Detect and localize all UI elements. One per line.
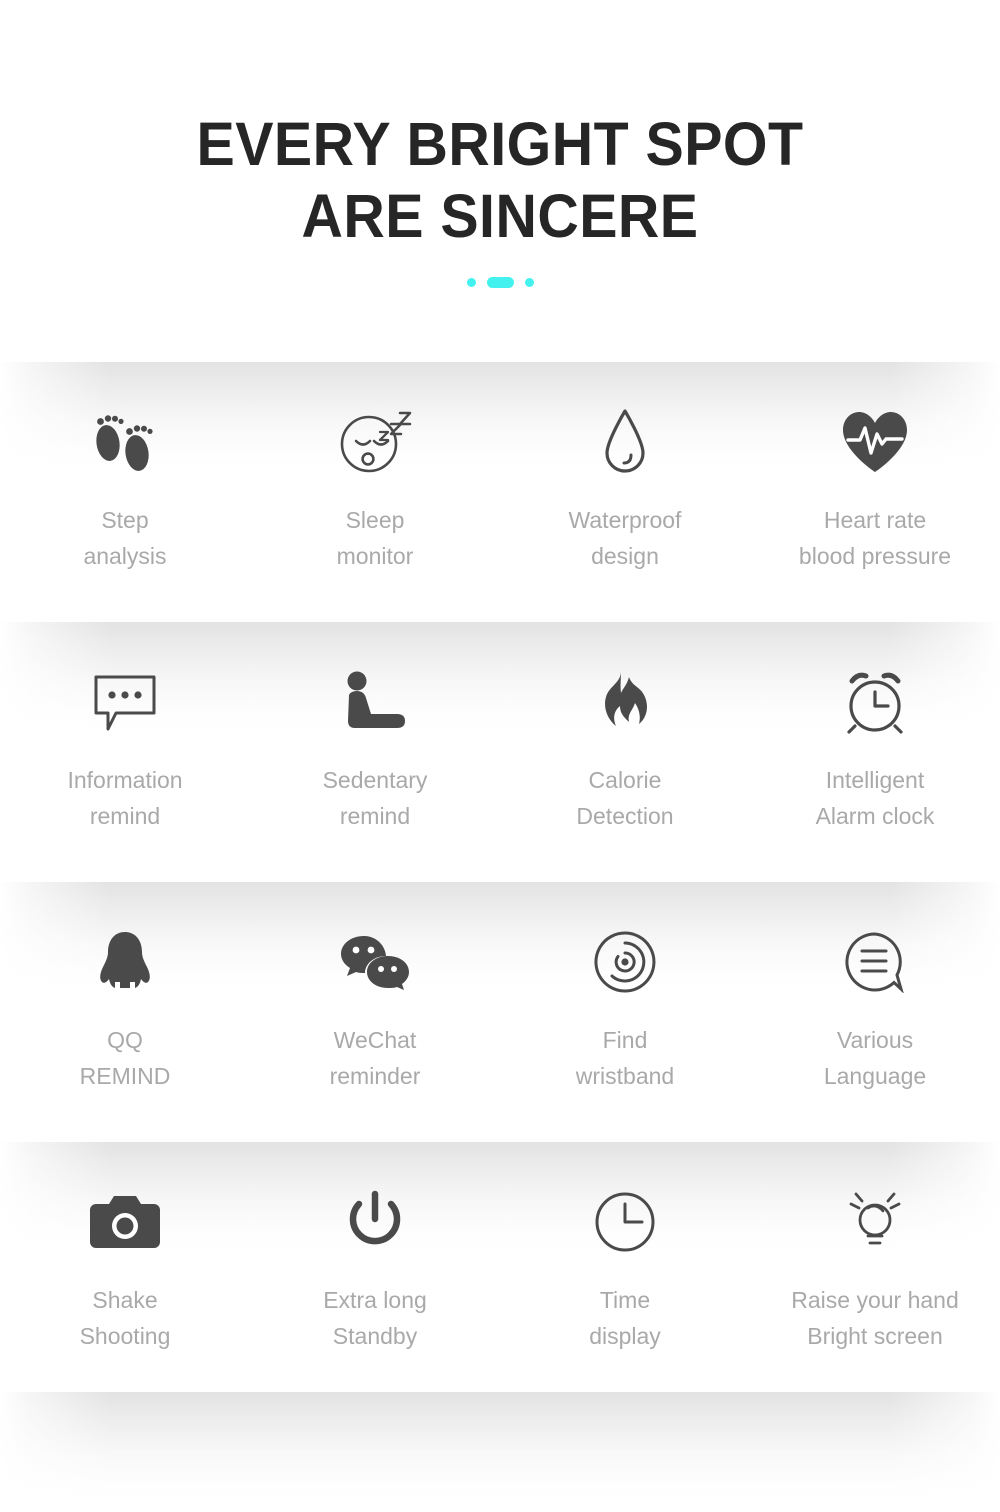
water-drop-icon <box>600 408 650 476</box>
feature-label: Calorie Detection <box>576 767 674 829</box>
feature-cell-various-language[interactable]: Various Language <box>750 928 1000 1094</box>
light-bulb-icon <box>842 1188 908 1256</box>
flame-icon <box>599 668 651 736</box>
feature-cell-raise-your-hand[interactable]: Raise your hand Bright screen <box>750 1188 1000 1354</box>
feature-cell-waterproof-design[interactable]: Waterproof design <box>500 408 750 574</box>
feature-cell-calorie-detection[interactable]: Calorie Detection <box>500 668 750 834</box>
page-title: EVERY BRIGHT SPOT ARE SINCERE <box>30 108 970 252</box>
feature-label: Various Language <box>823 1027 927 1089</box>
feature-label: Intelligent Alarm clock <box>815 767 935 829</box>
feature-row-2: Information remind Sedentary remind Calo… <box>0 622 1000 882</box>
feature-label: Find wristband <box>575 1027 675 1089</box>
feature-cell-time-display[interactable]: Time display <box>500 1188 750 1354</box>
alarm-clock-icon <box>840 668 910 736</box>
feature-cell-find-wristband[interactable]: Find wristband <box>500 928 750 1094</box>
accent-dot-left <box>466 277 476 287</box>
feature-label: Waterproof design <box>568 507 682 569</box>
page-title-line-2: ARE SINCERE <box>301 182 699 250</box>
feature-label: Heart rate blood pressure <box>798 507 952 569</box>
feature-label: Shake Shooting <box>79 1287 171 1349</box>
feature-label: Information remind <box>67 767 183 829</box>
feature-label: QQ REMIND <box>79 1027 171 1089</box>
speech-bubble-lines-icon <box>844 928 906 996</box>
clock-icon <box>594 1188 656 1256</box>
feature-grid: Step analysis Sleep monitor Waterproof d… <box>0 362 1000 1512</box>
feature-cell-step-analysis[interactable]: Step analysis <box>0 408 250 574</box>
wechat-bubbles-icon <box>338 928 412 996</box>
feature-cell-heart-rate[interactable]: Heart rate blood pressure <box>750 408 1000 574</box>
feature-label: Sleep monitor <box>336 507 414 569</box>
power-button-icon <box>345 1188 405 1256</box>
feature-cell-sedentary-remind[interactable]: Sedentary remind <box>250 668 500 834</box>
camera-icon <box>90 1188 160 1256</box>
feature-label: Step analysis <box>83 507 167 569</box>
feature-row-trailing <box>0 1392 1000 1512</box>
page-header: EVERY BRIGHT SPOT ARE SINCERE <box>0 0 1000 288</box>
feature-label: WeChat reminder <box>329 1027 421 1089</box>
accent-dots <box>0 276 1000 288</box>
feature-cell-wechat-reminder[interactable]: WeChat reminder <box>250 928 500 1094</box>
page-title-line-1: EVERY BRIGHT SPOT <box>196 110 804 178</box>
feature-label: Time display <box>589 1287 661 1349</box>
feature-label: Extra long Standby <box>323 1287 427 1349</box>
footprints-icon <box>88 408 162 476</box>
feature-row-3: QQ REMIND WeChat reminder Find wristband… <box>0 882 1000 1142</box>
radar-locator-icon <box>593 928 657 996</box>
speech-bubble-dots-icon <box>90 668 160 736</box>
feature-row-4: Shake Shooting Extra long Standby Time d… <box>0 1142 1000 1392</box>
feature-label: Raise your hand Bright screen <box>791 1287 959 1349</box>
seated-person-icon <box>339 668 411 736</box>
feature-label: Sedentary remind <box>322 767 428 829</box>
qq-penguin-icon <box>97 928 153 996</box>
accent-dot-right <box>524 277 534 287</box>
feature-row-1: Step analysis Sleep monitor Waterproof d… <box>0 362 1000 622</box>
accent-dot-center <box>486 276 514 288</box>
sleeping-face-icon <box>336 408 414 476</box>
feature-cell-qq-remind[interactable]: QQ REMIND <box>0 928 250 1094</box>
feature-cell-intelligent-alarm-clock[interactable]: Intelligent Alarm clock <box>750 668 1000 834</box>
heart-pulse-icon <box>838 408 912 476</box>
feature-cell-sleep-monitor[interactable]: Sleep monitor <box>250 408 500 574</box>
feature-cell-extra-long-standby[interactable]: Extra long Standby <box>250 1188 500 1354</box>
feature-cell-information-remind[interactable]: Information remind <box>0 668 250 834</box>
band-gradient <box>0 1392 1000 1512</box>
feature-cell-shake-shooting[interactable]: Shake Shooting <box>0 1188 250 1354</box>
